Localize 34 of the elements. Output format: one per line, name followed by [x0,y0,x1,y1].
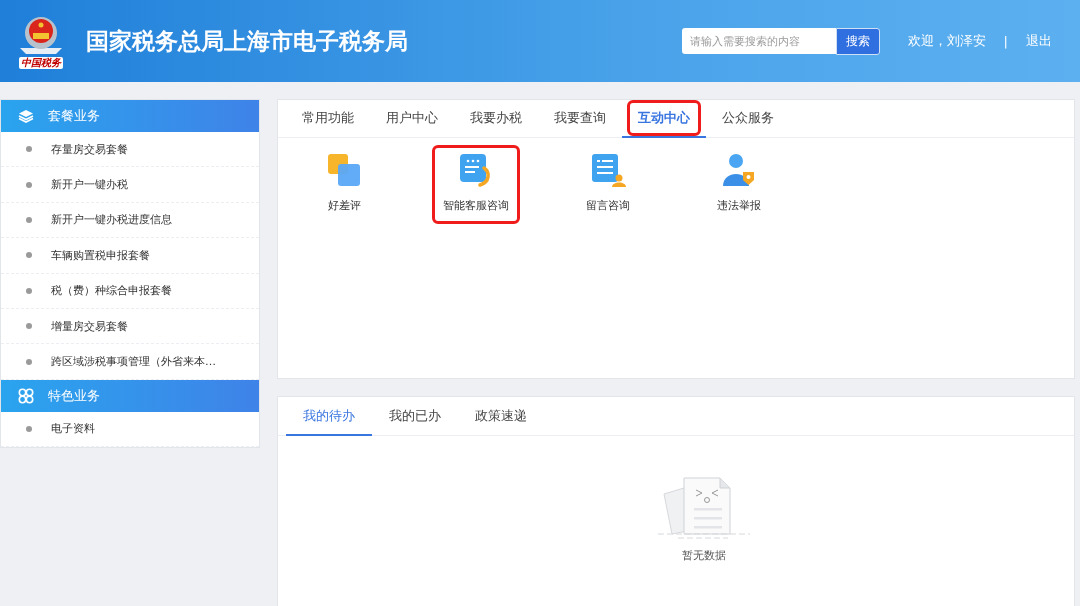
search-button[interactable]: 搜索 [835,27,880,55]
logo-caption: 中国税务 [19,56,63,69]
site-title: 国家税务总局上海市电子税务局 [86,26,408,56]
sidebar-item[interactable]: 增量房交易套餐 [1,308,259,345]
tab[interactable]: 互动中心 [622,100,706,138]
welcome-text: 欢迎，刘泽安 [907,32,986,50]
tab[interactable]: 我要查询 [538,100,622,138]
layers-icon [18,109,34,123]
document-person-icon [590,152,626,188]
person-shield-icon [721,152,757,188]
tab[interactable]: 我的已办 [372,397,458,436]
tab[interactable]: 用户中心 [370,100,454,138]
function-tile[interactable]: 智能客服咨询 [435,148,517,221]
sidebar-item[interactable]: 存量房交易套餐 [1,132,259,168]
sidebar-item[interactable]: 跨区域涉税事项管理（外省来本… [1,344,259,380]
sidebar-item[interactable]: 电子资料 [1,411,259,448]
separator: | [1003,33,1008,49]
tab[interactable]: 我的待办 [286,397,372,436]
overlapping-squares-icon [326,152,362,188]
sidebar-item[interactable]: 车辆购置税申报套餐 [1,238,259,274]
sidebar-item[interactable]: 新开户一键办税进度信息 [1,202,259,239]
sidebar-item[interactable]: 新开户一键办税 [1,167,259,203]
tab[interactable]: 我要办税 [454,100,538,138]
tab[interactable]: 常用功能 [286,100,370,138]
highlight-frame: 互动中心 [630,103,698,133]
tab[interactable]: 公众服务 [706,100,790,138]
function-tile[interactable]: 违法举报 [699,148,779,221]
search-field[interactable]: 请输入需要搜索的内容 [681,28,836,54]
sidebar-item[interactable]: 税（费）种综合申报套餐 [1,273,259,309]
empty-state-text: 暂无数据 [682,548,726,563]
function-tile[interactable]: 留言咨询 [568,148,648,221]
tab[interactable]: 政策速递 [458,397,544,436]
four-circles-icon [18,387,34,404]
function-tile[interactable]: 好差评 [304,148,384,221]
